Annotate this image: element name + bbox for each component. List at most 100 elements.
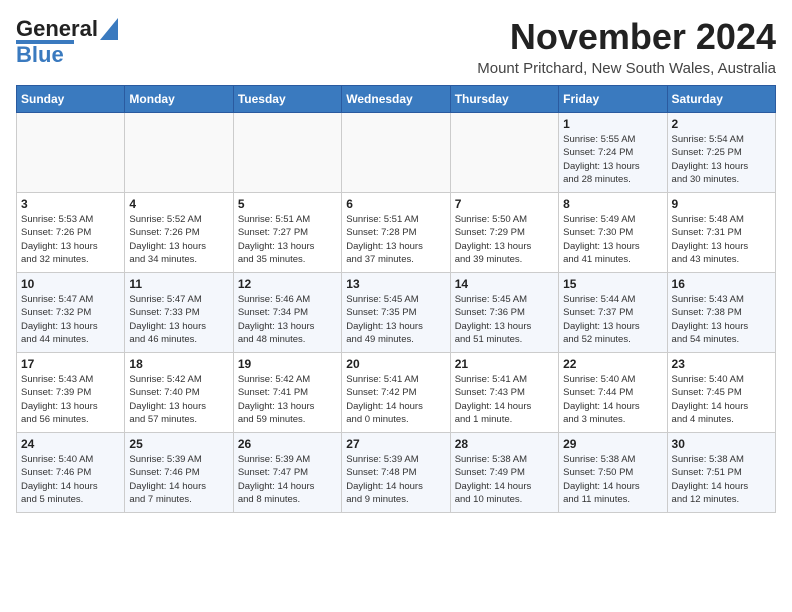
day-number: 12 [238, 277, 337, 291]
col-header-thursday: Thursday [450, 86, 558, 113]
day-number: 6 [346, 197, 445, 211]
calendar-week-5: 24Sunrise: 5:40 AM Sunset: 7:46 PM Dayli… [17, 433, 776, 513]
calendar-cell [342, 113, 450, 193]
calendar-cell: 1Sunrise: 5:55 AM Sunset: 7:24 PM Daylig… [559, 113, 667, 193]
day-number: 9 [672, 197, 771, 211]
day-info: Sunrise: 5:48 AM Sunset: 7:31 PM Dayligh… [672, 213, 771, 266]
col-header-wednesday: Wednesday [342, 86, 450, 113]
day-info: Sunrise: 5:39 AM Sunset: 7:48 PM Dayligh… [346, 453, 445, 506]
day-info: Sunrise: 5:42 AM Sunset: 7:40 PM Dayligh… [129, 373, 228, 426]
calendar-cell: 12 Sunrise: 5:46 AM Sunset: 7:34 PM Dayli… [233, 273, 341, 353]
title-block: November 2024 Mount Pritchard, New South… [477, 16, 776, 77]
location: Mount Pritchard, New South Wales, Austra… [477, 60, 776, 77]
col-header-tuesday: Tuesday [233, 86, 341, 113]
calendar-cell: 3 Sunrise: 5:53 AM Sunset: 7:26 PM Daylig… [17, 193, 125, 273]
calendar-cell: 13 Sunrise: 5:45 AM Sunset: 7:35 PM Dayli… [342, 273, 450, 353]
day-number: 28 [455, 437, 554, 451]
day-number: 20 [346, 357, 445, 371]
day-info: Sunrise: 5:46 AM Sunset: 7:34 PM Dayligh… [238, 293, 337, 346]
day-number: 7 [455, 197, 554, 211]
calendar-cell [125, 113, 233, 193]
calendar-cell [17, 113, 125, 193]
calendar-cell: 10Sunrise: 5:47 AM Sunset: 7:32 PM Dayli… [17, 273, 125, 353]
calendar-cell: 23 Sunrise: 5:40 AM Sunset: 7:45 PM Dayli… [667, 353, 775, 433]
calendar-cell: 26 Sunrise: 5:39 AM Sunset: 7:47 PM Dayli… [233, 433, 341, 513]
calendar-week-4: 17 Sunrise: 5:43 AM Sunset: 7:39 PM Dayli… [17, 353, 776, 433]
calendar-cell [450, 113, 558, 193]
calendar-cell: 28 Sunrise: 5:38 AM Sunset: 7:49 PM Dayli… [450, 433, 558, 513]
calendar-cell: 16 Sunrise: 5:43 AM Sunset: 7:38 PM Dayli… [667, 273, 775, 353]
day-number: 30 [672, 437, 771, 451]
calendar-cell: 21Sunrise: 5:41 AM Sunset: 7:43 PM Dayli… [450, 353, 558, 433]
day-number: 23 [672, 357, 771, 371]
day-number: 18 [129, 357, 228, 371]
calendar-cell: 27 Sunrise: 5:39 AM Sunset: 7:48 PM Dayli… [342, 433, 450, 513]
calendar-cell [233, 113, 341, 193]
calendar-header-row: SundayMondayTuesdayWednesdayThursdayFrid… [17, 86, 776, 113]
day-number: 2 [672, 117, 771, 131]
calendar-week-1: 1Sunrise: 5:55 AM Sunset: 7:24 PM Daylig… [17, 113, 776, 193]
day-number: 17 [21, 357, 120, 371]
day-info: Sunrise: 5:53 AM Sunset: 7:26 PM Dayligh… [21, 213, 120, 266]
page-header: General Blue November 2024 Mount Pritcha… [16, 16, 776, 77]
calendar-cell: 17 Sunrise: 5:43 AM Sunset: 7:39 PM Dayli… [17, 353, 125, 433]
calendar-cell: 25Sunrise: 5:39 AM Sunset: 7:46 PM Dayli… [125, 433, 233, 513]
col-header-monday: Monday [125, 86, 233, 113]
day-info: Sunrise: 5:49 AM Sunset: 7:30 PM Dayligh… [563, 213, 662, 266]
day-info: Sunrise: 5:51 AM Sunset: 7:28 PM Dayligh… [346, 213, 445, 266]
day-number: 13 [346, 277, 445, 291]
day-number: 16 [672, 277, 771, 291]
day-number: 22 [563, 357, 662, 371]
day-info: Sunrise: 5:51 AM Sunset: 7:27 PM Dayligh… [238, 213, 337, 266]
calendar-cell: 15Sunrise: 5:44 AM Sunset: 7:37 PM Dayli… [559, 273, 667, 353]
day-number: 14 [455, 277, 554, 291]
day-info: Sunrise: 5:38 AM Sunset: 7:51 PM Dayligh… [672, 453, 771, 506]
day-number: 27 [346, 437, 445, 451]
col-header-friday: Friday [559, 86, 667, 113]
day-info: Sunrise: 5:41 AM Sunset: 7:43 PM Dayligh… [455, 373, 554, 426]
day-info: Sunrise: 5:55 AM Sunset: 7:24 PM Dayligh… [563, 133, 662, 186]
logo: General Blue [16, 16, 118, 68]
calendar-week-2: 3 Sunrise: 5:53 AM Sunset: 7:26 PM Daylig… [17, 193, 776, 273]
day-number: 5 [238, 197, 337, 211]
calendar-cell: 8 Sunrise: 5:49 AM Sunset: 7:30 PM Daylig… [559, 193, 667, 273]
calendar-cell: 29Sunrise: 5:38 AM Sunset: 7:50 PM Dayli… [559, 433, 667, 513]
calendar-cell: 30 Sunrise: 5:38 AM Sunset: 7:51 PM Dayli… [667, 433, 775, 513]
calendar-cell: 14 Sunrise: 5:45 AM Sunset: 7:36 PM Dayli… [450, 273, 558, 353]
day-info: Sunrise: 5:42 AM Sunset: 7:41 PM Dayligh… [238, 373, 337, 426]
calendar-cell: 11 Sunrise: 5:47 AM Sunset: 7:33 PM Dayli… [125, 273, 233, 353]
month-year: November 2024 [477, 16, 776, 58]
day-number: 26 [238, 437, 337, 451]
day-number: 19 [238, 357, 337, 371]
day-number: 3 [21, 197, 120, 211]
day-number: 8 [563, 197, 662, 211]
day-info: Sunrise: 5:38 AM Sunset: 7:49 PM Dayligh… [455, 453, 554, 506]
calendar-cell: 5 Sunrise: 5:51 AM Sunset: 7:27 PM Daylig… [233, 193, 341, 273]
calendar-cell: 24Sunrise: 5:40 AM Sunset: 7:46 PM Dayli… [17, 433, 125, 513]
day-info: Sunrise: 5:40 AM Sunset: 7:46 PM Dayligh… [21, 453, 120, 506]
calendar-cell: 18 Sunrise: 5:42 AM Sunset: 7:40 PM Dayli… [125, 353, 233, 433]
day-info: Sunrise: 5:40 AM Sunset: 7:45 PM Dayligh… [672, 373, 771, 426]
logo-icon [100, 18, 118, 40]
calendar-cell: 19 Sunrise: 5:42 AM Sunset: 7:41 PM Dayli… [233, 353, 341, 433]
day-number: 11 [129, 277, 228, 291]
day-info: Sunrise: 5:45 AM Sunset: 7:36 PM Dayligh… [455, 293, 554, 346]
day-info: Sunrise: 5:47 AM Sunset: 7:32 PM Dayligh… [21, 293, 120, 346]
day-info: Sunrise: 5:43 AM Sunset: 7:38 PM Dayligh… [672, 293, 771, 346]
day-info: Sunrise: 5:39 AM Sunset: 7:47 PM Dayligh… [238, 453, 337, 506]
logo-line2: Blue [16, 42, 64, 68]
day-info: Sunrise: 5:43 AM Sunset: 7:39 PM Dayligh… [21, 373, 120, 426]
calendar-table: SundayMondayTuesdayWednesdayThursdayFrid… [16, 85, 776, 513]
day-number: 4 [129, 197, 228, 211]
calendar-cell: 4Sunrise: 5:52 AM Sunset: 7:26 PM Daylig… [125, 193, 233, 273]
col-header-saturday: Saturday [667, 86, 775, 113]
day-info: Sunrise: 5:40 AM Sunset: 7:44 PM Dayligh… [563, 373, 662, 426]
day-number: 25 [129, 437, 228, 451]
day-info: Sunrise: 5:44 AM Sunset: 7:37 PM Dayligh… [563, 293, 662, 346]
calendar-cell: 6 Sunrise: 5:51 AM Sunset: 7:28 PM Daylig… [342, 193, 450, 273]
day-info: Sunrise: 5:45 AM Sunset: 7:35 PM Dayligh… [346, 293, 445, 346]
day-info: Sunrise: 5:38 AM Sunset: 7:50 PM Dayligh… [563, 453, 662, 506]
calendar-week-3: 10Sunrise: 5:47 AM Sunset: 7:32 PM Dayli… [17, 273, 776, 353]
calendar-cell: 7Sunrise: 5:50 AM Sunset: 7:29 PM Daylig… [450, 193, 558, 273]
day-info: Sunrise: 5:47 AM Sunset: 7:33 PM Dayligh… [129, 293, 228, 346]
